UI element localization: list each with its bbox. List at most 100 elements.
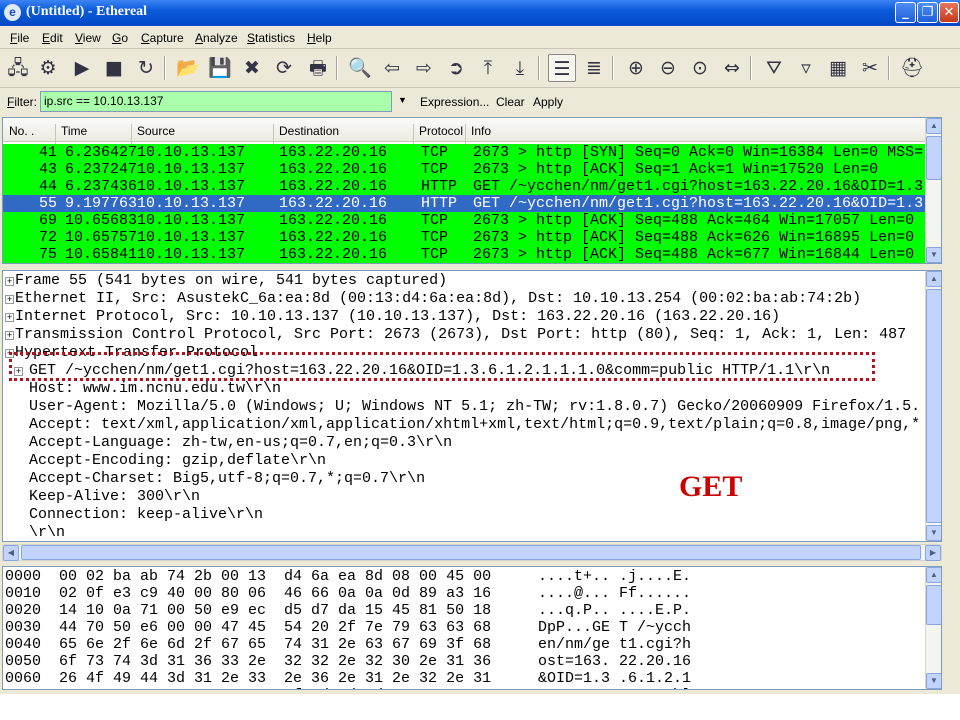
go-first-icon[interactable]: ⤒ xyxy=(474,54,502,82)
tree-expander-icon[interactable]: + xyxy=(5,313,14,322)
menu-item[interactable]: Go xyxy=(112,31,128,45)
help-icon[interactable]: ⛑ xyxy=(898,54,926,82)
coloring-rules-icon[interactable]: ▦ xyxy=(824,54,852,82)
hex-scrollbar[interactable]: ▲ ▼ xyxy=(925,567,941,689)
packet-details-pane[interactable]: ▲ ▼ + Frame 55 (541 bytes on wire, 541 by… xyxy=(2,270,942,542)
scroll-up-icon[interactable]: ▲ xyxy=(926,118,941,134)
menu-item[interactable]: Analyze xyxy=(195,31,238,45)
scroll-up-icon[interactable]: ▲ xyxy=(926,271,941,287)
start-capture-icon[interactable]: ▶ xyxy=(68,54,96,82)
hex-ascii[interactable]: ....@... Ff...... xyxy=(538,585,691,602)
column-header[interactable]: Info xyxy=(471,124,491,138)
close-file-icon[interactable]: ✖ xyxy=(238,54,266,82)
http-header-line[interactable]: Keep-Alive: 300\r\n xyxy=(29,488,200,506)
close-button[interactable]: ✕ xyxy=(939,2,959,23)
scroll-thumb[interactable] xyxy=(926,289,941,523)
title-bar[interactable]: e (Untitled) - Ethereal _ ❐ ✕ xyxy=(0,0,960,26)
packet-row[interactable]: 44 6.237436 10.10.13.137 163.22.20.16 HTTP GE… xyxy=(3,178,941,195)
packet-row[interactable]: 75 10.65841210.10.13.137 163.22.20.16 TCP 26… xyxy=(3,246,941,263)
scroll-up-icon[interactable]: ▲ xyxy=(926,567,941,583)
interfaces-icon[interactable]: 🖧 xyxy=(4,54,32,82)
scroll-thumb[interactable] xyxy=(926,585,941,625)
scroll-down-icon[interactable]: ▼ xyxy=(926,247,941,263)
http-header-line[interactable]: Accept: text/xml,application/xml,applica… xyxy=(29,416,920,434)
column-divider[interactable] xyxy=(413,124,414,144)
capture-filters-icon[interactable]: ⛛ xyxy=(760,54,788,82)
scroll-thumb[interactable] xyxy=(926,136,941,180)
hex-ascii[interactable]: en/nm/ge t1.cgi?h xyxy=(538,636,691,653)
column-divider[interactable] xyxy=(465,124,466,144)
auto-scroll-icon[interactable]: ≣ xyxy=(580,54,608,82)
tree-item[interactable]: Ethernet II, Src: AsustekC_6a:ea:8d (00:… xyxy=(15,290,861,308)
minimize-button[interactable]: _ xyxy=(895,2,916,23)
scroll-down-icon[interactable]: ▼ xyxy=(926,673,941,689)
hex-ascii[interactable]: ost=163. 22.20.16 xyxy=(538,653,691,670)
scroll-left-icon[interactable]: ◀ xyxy=(3,545,19,561)
print-icon[interactable]: 🖶 xyxy=(304,54,332,82)
packet-row[interactable]: 55 9.197763 10.10.13.137 163.22.20.16 HTTP GE… xyxy=(3,195,941,212)
hex-ascii[interactable]: &OID=1.3 .6.1.2.1 xyxy=(538,670,691,687)
hex-ascii[interactable]: ....t+.. .j....E. xyxy=(538,568,691,585)
hex-dump-pane[interactable]: ▲ ▼ 0000 00 02 ba ab 74 2b 00 13 d4 6a ea… xyxy=(2,566,942,690)
clear-button[interactable]: Clear xyxy=(496,95,525,109)
maximize-button[interactable]: ❐ xyxy=(917,2,938,23)
details-scrollbar[interactable]: ▲ ▼ xyxy=(925,271,941,541)
hex-bytes[interactable]: 44 70 50 e6 00 00 47 45 54 20 2f 7e 79 6… xyxy=(59,619,491,636)
column-divider[interactable] xyxy=(131,124,132,144)
hscroll-thumb[interactable] xyxy=(21,545,921,560)
hex-bytes[interactable]: 2e 31 2e 31 2e 30 26 63 6f 6d 6d 3d 70 7… xyxy=(59,687,491,689)
reload-icon[interactable]: ⟳ xyxy=(270,54,298,82)
tree-item[interactable]: Internet Protocol, Src: 10.10.13.137 (10… xyxy=(15,308,780,326)
hex-ascii[interactable]: ...q.P.. ....E.P. xyxy=(538,602,691,619)
find-packet-icon[interactable]: 🔍 xyxy=(346,54,374,82)
http-header-line[interactable]: Accept-Charset: Big5,utf-8;q=0.7,*;q=0.7… xyxy=(29,470,425,488)
column-header[interactable]: Time xyxy=(61,124,87,138)
details-hscrollbar[interactable]: ◀ ▶ xyxy=(2,544,942,561)
hex-bytes[interactable]: 26 4f 49 44 3d 31 2e 33 2e 36 2e 31 2e 3… xyxy=(59,670,491,687)
scroll-right-icon[interactable]: ▶ xyxy=(925,545,941,561)
open-file-icon[interactable]: 📂 xyxy=(174,54,202,82)
packet-row[interactable]: 72 10.65757110.10.13.137 163.22.20.16 TCP 26… xyxy=(3,229,941,246)
column-divider[interactable] xyxy=(273,124,274,144)
http-header-line[interactable]: Accept-Encoding: gzip,deflate\r\n xyxy=(29,452,326,470)
save-file-icon[interactable]: 💾 xyxy=(206,54,234,82)
resize-columns-icon[interactable]: ⇔ xyxy=(718,54,746,82)
scroll-down-icon[interactable]: ▼ xyxy=(926,525,941,541)
column-header[interactable]: No. . xyxy=(9,124,34,138)
column-header[interactable]: Source xyxy=(137,124,175,138)
hex-bytes[interactable]: 6f 73 74 3d 31 36 33 2e 32 32 2e 32 30 2… xyxy=(59,653,491,670)
stop-capture-icon[interactable]: ■ xyxy=(100,54,128,82)
http-header-line[interactable]: \r\n xyxy=(29,524,65,541)
menu-item[interactable]: File xyxy=(10,31,29,45)
http-header-line[interactable]: User-Agent: Mozilla/5.0 (Windows; U; Win… xyxy=(29,398,920,416)
hex-bytes[interactable]: 00 02 ba ab 74 2b 00 13 d4 6a ea 8d 08 0… xyxy=(59,568,491,585)
packet-list-pane[interactable]: No. . Time Source Destination Protocol Info 4… xyxy=(2,117,942,264)
packet-row[interactable]: 41 6.236427 10.10.13.137 163.22.20.16 TCP 267… xyxy=(3,144,941,161)
http-header-line[interactable]: Host: www.im.ncnu.edu.tw\r\n xyxy=(29,380,281,398)
restart-capture-icon[interactable]: ↻ xyxy=(132,54,160,82)
display-filters-icon[interactable]: ▿ xyxy=(792,54,820,82)
apply-button[interactable]: Apply xyxy=(533,95,563,109)
column-divider[interactable] xyxy=(55,124,56,144)
go-to-packet-icon[interactable]: ➲ xyxy=(442,54,470,82)
tree-expander-icon[interactable]: + xyxy=(5,277,14,286)
menu-item[interactable]: Help xyxy=(307,31,332,45)
display-filter-input[interactable]: ip.src == 10.10.13.137 xyxy=(40,91,392,112)
zoom-in-icon[interactable]: ⊕ xyxy=(622,54,650,82)
tree-item[interactable]: Transmission Control Protocol, Src Port:… xyxy=(15,326,906,344)
expression-button[interactable]: Expression... xyxy=(420,95,489,109)
http-header-line[interactable]: Connection: keep-alive\r\n xyxy=(29,506,263,524)
menu-item[interactable]: View xyxy=(75,31,101,45)
http-header-line[interactable]: Accept-Language: zh-tw,en-us;q=0.7,en;q=… xyxy=(29,434,452,452)
packet-row[interactable]: 69 10.65683610.10.13.137 163.22.20.16 TCP 26… xyxy=(3,212,941,229)
tree-item[interactable]: Frame 55 (541 bytes on wire, 541 bytes c… xyxy=(15,272,447,290)
menu-item[interactable]: Edit xyxy=(42,31,63,45)
preferences-icon[interactable]: ✂ xyxy=(856,54,884,82)
menu-item[interactable]: Capture xyxy=(141,31,184,45)
hex-bytes[interactable]: 65 6e 2f 6e 6d 2f 67 65 74 31 2e 63 67 6… xyxy=(59,636,491,653)
tree-expander-icon[interactable]: + xyxy=(5,295,14,304)
hex-ascii[interactable]: DpP...GE T /~ycch xyxy=(538,619,691,636)
menu-item[interactable]: Statistics xyxy=(247,31,295,45)
column-header[interactable]: Destination xyxy=(279,124,339,138)
hex-bytes[interactable]: 14 10 0a 71 00 50 e9 ec d5 d7 da 15 45 8… xyxy=(59,602,491,619)
